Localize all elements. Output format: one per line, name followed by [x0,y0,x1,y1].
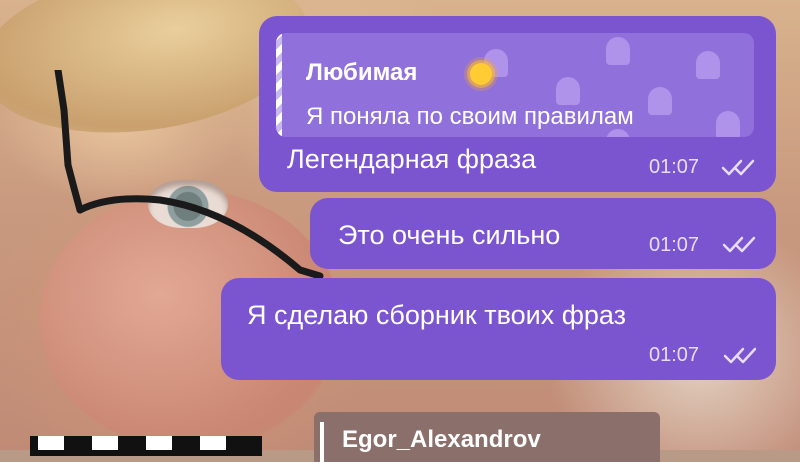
message-bubble[interactable]: Это очень сильно 01:07 [310,198,776,269]
message-bubble[interactable]: Любимая Я поняла по своим правилам Леген… [259,16,776,192]
message-time: 01:07 [649,156,700,178]
message-text: Я сделаю сборник твоих фраз [247,300,627,330]
reply-bar [276,33,282,137]
ghost-icon [556,77,580,105]
next-message-header[interactable]: Egor_Alexandrov [314,412,660,462]
ghost-icon [716,111,740,137]
message-text: Это очень сильно [338,220,561,250]
sun-icon [470,63,492,85]
ghost-icon [696,51,720,79]
message-bubble[interactable]: Я сделаю сборник твоих фраз 01:07 [221,278,776,380]
message-time: 01:07 [649,344,700,366]
double-check-icon [721,159,755,176]
message-time: 01:07 [649,234,700,256]
reply-text: Я поняла по своим правилам [306,103,634,130]
message-text: Легендарная фраза [287,144,537,174]
cropped-caption [30,436,262,456]
double-check-icon [722,236,756,253]
double-check-icon [723,347,757,364]
reply-quote[interactable]: Любимая Я поняла по своим правилам [276,33,754,137]
ghost-icon [606,37,630,65]
reply-bar [320,422,324,462]
ghost-icon [648,87,672,115]
reply-author: Любимая [306,59,418,86]
